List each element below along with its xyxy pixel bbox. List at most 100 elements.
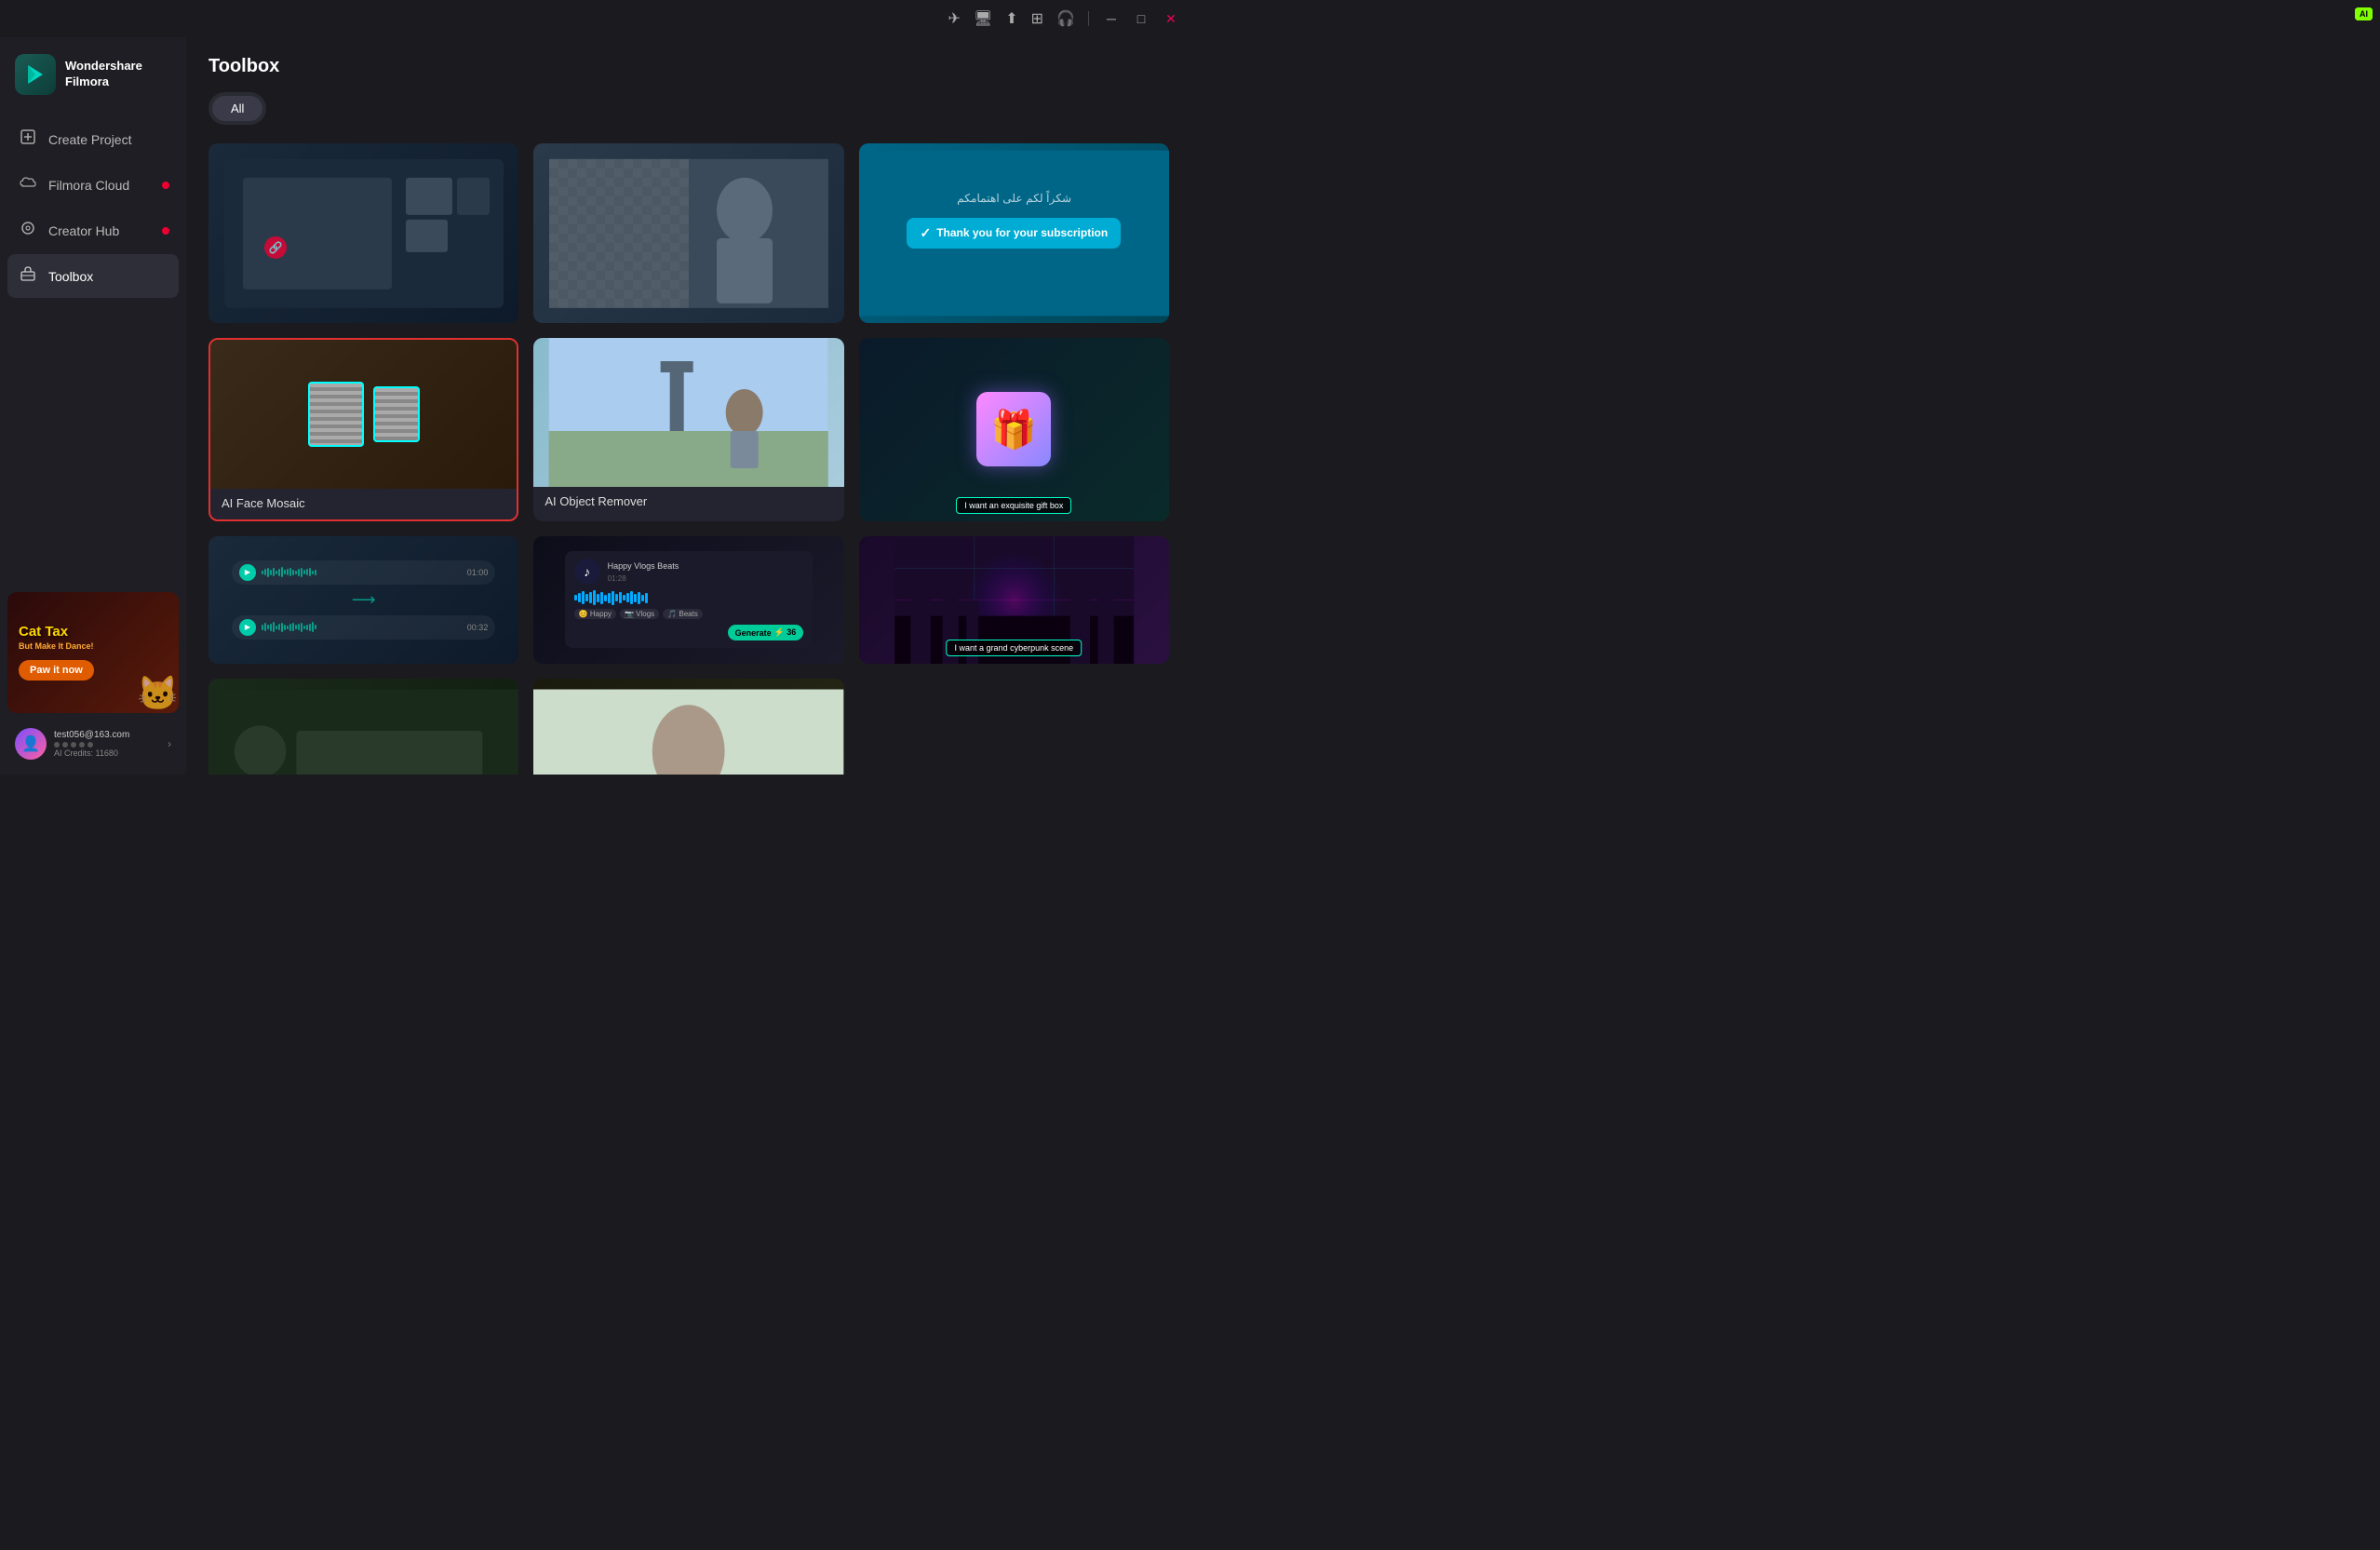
sidebar-item-filmora-cloud[interactable]: Filmora Cloud (7, 163, 179, 207)
tool-thumb-ai-portrait (533, 143, 843, 323)
sticker-text-overlay: I want an exquisite gift box (956, 497, 1071, 514)
toolbox-icon (19, 265, 37, 287)
filter-tab-all[interactable]: All (212, 96, 262, 121)
user-info: test056@163.com AI Credits: 11680 (54, 730, 160, 758)
svg-text:شكراً لكم على اهتمامكم: شكراً لكم على اهتمامكم (957, 190, 1071, 205)
tool-label-ai-object-remover: AI Object Remover (533, 487, 843, 518)
voice-row-1: ▶ 01:00 (232, 560, 495, 585)
page-title: Toolbox (208, 56, 1169, 77)
sidebar-item-toolbox[interactable]: Toolbox (7, 254, 179, 298)
tool-grid: 🔗 Multi-Camera Editing (208, 143, 1169, 775)
tool-thumb-bottom-left (208, 679, 518, 775)
music-tag-vlogs: 📷 Vlogs (620, 609, 659, 619)
music-waveform (574, 590, 804, 605)
sidebar-item-creator-hub[interactable]: Creator Hub (7, 209, 179, 252)
create-project-icon (19, 128, 37, 150)
close-button[interactable]: ✕ (1162, 11, 1180, 27)
music-title: Happy Vlogs Beats (608, 561, 679, 571)
sticker-gift-icon: 🎁 (976, 392, 1051, 466)
tool-card-ai-object-remover[interactable]: AI (533, 338, 843, 521)
user-email: test056@163.com (54, 730, 160, 740)
tool-label-ai-face-mosaic: AI Face Mosaic (210, 489, 517, 519)
tool-thumb-ai-translation: شكراً لكم على اهتمامكم ✓ Thank you for y… (859, 143, 1169, 323)
tool-thumb-ai-music: ♪ Happy Vlogs Beats 01:28 😊 Happy 📷 Vlog… (533, 536, 843, 664)
generate-label: Generate (735, 628, 772, 638)
sidebar-item-label-create-project: Create Project (48, 132, 131, 147)
user-credits: AI Credits: 11680 (54, 748, 160, 758)
voice-wave-2 (262, 622, 462, 633)
titlebar: ✈ 🖥 ⬆ ⊞ 🎧 ─ □ ✕ (0, 0, 1191, 37)
maximize-button[interactable]: □ (1132, 11, 1150, 26)
tool-card-ai-portrait[interactable]: AI Portrait Cutout (533, 143, 843, 323)
titlebar-icons: ✈ 🖥 ⬆ ⊞ 🎧 (948, 9, 1075, 28)
music-tag-beats: 🎵 Beats (663, 609, 703, 619)
tool-card-ai-voice-cloning[interactable]: AI ▶ 01:00 ⟶ ▶ (208, 536, 518, 664)
voice-wave-1 (262, 567, 462, 578)
tool-thumb-ai-image: I want a grand cyberpunk scene (859, 536, 1169, 664)
main-content: Toolbox All (186, 37, 1191, 775)
nav-items: Create Project Filmora Cloud (0, 117, 186, 298)
music-tags: 😊 Happy 📷 Vlogs 🎵 Beats (574, 609, 804, 619)
play-btn-2: ▶ (239, 619, 256, 636)
tool-thumb-ai-face-mosaic (210, 340, 517, 489)
app-body: Wondershare Filmora Create Project (0, 37, 1191, 775)
tool-card-ai-translation[interactable]: شكراً لكم على اهتمامكم ✓ Thank you for y… (859, 143, 1169, 323)
voice-cloning-ui: ▶ 01:00 ⟶ ▶ 00:32 (232, 560, 495, 640)
face-box-1 (308, 382, 364, 447)
tool-card-ai-sticker[interactable]: AI 🎁 I want an exquisite gift box AI Sti… (859, 338, 1169, 521)
tool-card-multi-camera[interactable]: 🔗 Multi-Camera Editing (208, 143, 518, 323)
promo-subtitle: But Make It Dance! (19, 641, 168, 651)
filmora-cloud-icon (19, 174, 37, 195)
logo-text: Wondershare Filmora (65, 59, 171, 90)
titlebar-controls: ─ □ ✕ (1102, 11, 1180, 27)
filmora-cloud-notification-dot (162, 182, 169, 189)
tool-thumb-multi-camera: 🔗 (208, 143, 518, 323)
translation-text: Thank you for your subscription (936, 226, 1108, 239)
generate-button[interactable]: Generate ⚡ 36 (728, 625, 804, 640)
creator-hub-icon (19, 220, 37, 241)
sidebar-item-label-creator-hub: Creator Hub (48, 223, 119, 238)
promo-button[interactable]: Paw it now (19, 660, 94, 681)
tool-thumb-ai-voice-cloning: ▶ 01:00 ⟶ ▶ 00:32 (208, 536, 518, 664)
voice-row-2: ▶ 00:32 (232, 615, 495, 640)
upload-icon[interactable]: ⬆ (1005, 9, 1017, 28)
avatar: 👤 (15, 728, 47, 760)
logo-area: Wondershare Filmora (0, 37, 186, 117)
promo-title: Cat Tax (19, 625, 168, 640)
tool-card-ai-face-mosaic[interactable]: AI AI Face Mosaic (208, 338, 518, 521)
sidebar-item-label-toolbox: Toolbox (48, 269, 93, 284)
tool-thumb-bottom-mid (533, 679, 843, 775)
music-time: 01:28 (608, 574, 679, 583)
face-mosaic-scene (210, 340, 517, 489)
face-box-2 (373, 386, 420, 442)
grid-icon[interactable]: ⊞ (1031, 9, 1043, 28)
object-remove-scene (533, 338, 843, 487)
user-chevron-icon: › (168, 737, 171, 750)
tool-card-ai-image[interactable]: AI (859, 536, 1169, 664)
tool-card-ai-music[interactable]: AI ♪ Happy Vlogs Beats 01:28 (533, 536, 843, 664)
tool-card-bottom-mid[interactable]: AI (533, 679, 843, 775)
tool-thumb-ai-sticker: 🎁 I want an exquisite gift box (859, 338, 1169, 521)
music-tag-happy: 😊 Happy (574, 609, 616, 619)
tool-card-bottom-left[interactable] (208, 679, 518, 775)
promo-banner[interactable]: Cat Tax But Make It Dance! Paw it now 🐱 (7, 592, 179, 713)
sidebar: Wondershare Filmora Create Project (0, 37, 186, 775)
translation-text-box: ✓ Thank you for your subscription (907, 218, 1121, 249)
minimize-button[interactable]: ─ (1102, 11, 1121, 26)
music-player-ui: ♪ Happy Vlogs Beats 01:28 😊 Happy 📷 Vlog… (565, 551, 814, 648)
play-btn-1: ▶ (239, 564, 256, 581)
sidebar-item-label-filmora-cloud: Filmora Cloud (48, 178, 129, 193)
creator-hub-notification-dot (162, 227, 169, 235)
ai-image-text-overlay: I want a grand cyberpunk scene (947, 640, 1082, 656)
titlebar-divider (1088, 11, 1089, 26)
logo-icon (15, 54, 56, 95)
promo-cats-decoration: 🐱 (137, 674, 179, 713)
sidebar-item-create-project[interactable]: Create Project (7, 117, 179, 161)
user-area[interactable]: 👤 test056@163.com AI Credits: 11680 › (4, 721, 182, 767)
headphone-icon[interactable]: 🎧 (1056, 9, 1075, 28)
svg-text:🔗: 🔗 (268, 239, 282, 253)
screen-icon[interactable]: 🖥 (974, 9, 992, 28)
user-dots (54, 742, 160, 748)
tool-thumb-ai-object-remover (533, 338, 843, 487)
send-icon[interactable]: ✈ (948, 9, 961, 28)
